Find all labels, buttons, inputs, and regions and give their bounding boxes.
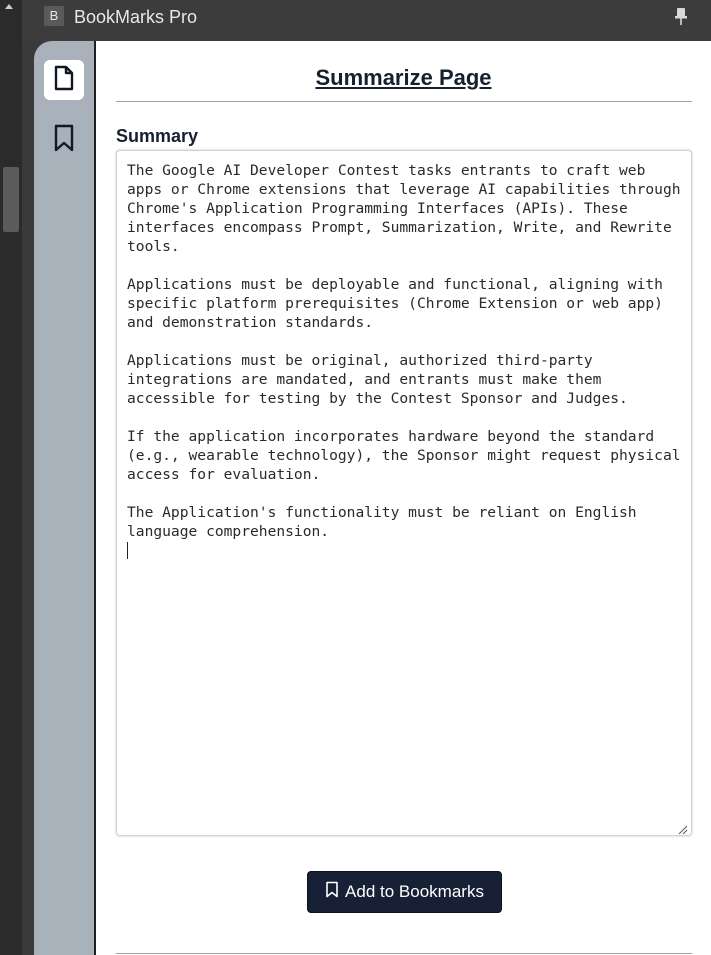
sidebar-item-bookmarks[interactable] — [44, 120, 84, 160]
sidebar-item-summarize[interactable] — [44, 60, 84, 100]
sidebar — [34, 41, 94, 955]
scroll-up-icon[interactable] — [5, 4, 13, 9]
app-window: B BookMarks Pro Summarize Page Summary T… — [0, 0, 711, 955]
page-icon — [53, 65, 75, 96]
app-title: BookMarks Pro — [74, 7, 198, 27]
summary-label: Summary — [116, 126, 199, 146]
divider — [116, 953, 692, 954]
summary-textarea[interactable]: The Google AI Developer Contest tasks en… — [116, 150, 692, 836]
add-to-bookmarks-button[interactable]: Add to Bookmarks — [307, 871, 502, 913]
app-logo-icon: B — [44, 6, 64, 26]
pin-icon[interactable] — [673, 7, 689, 27]
scrollbar-thumb[interactable] — [3, 167, 19, 232]
summary-content: The Google AI Developer Contest tasks en… — [127, 162, 681, 540]
add-to-bookmarks-label: Add to Bookmarks — [345, 882, 484, 901]
summary-text[interactable]: The Google AI Developer Contest tasks en… — [127, 161, 683, 560]
resize-grip-icon[interactable] — [678, 822, 688, 835]
summarize-panel: Summarize Page Summary The Google AI Dev… — [96, 41, 711, 955]
window-scrollbar[interactable] — [0, 0, 22, 955]
title-bar: B BookMarks Pro — [22, 0, 711, 41]
bookmark-icon — [53, 124, 75, 157]
page-title: Summarize Page — [315, 65, 492, 90]
divider — [116, 101, 692, 102]
text-caret — [127, 542, 128, 559]
bookmark-icon — [325, 881, 339, 903]
